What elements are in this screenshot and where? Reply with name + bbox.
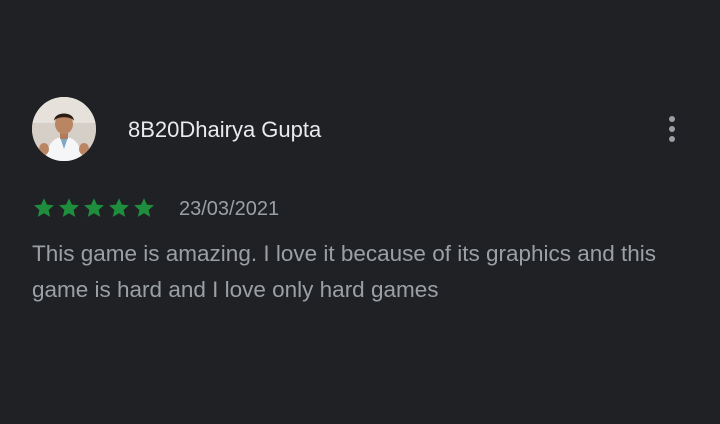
avatar-photo-icon xyxy=(32,97,96,161)
star-icon xyxy=(82,196,106,220)
star-rating xyxy=(32,196,156,220)
star-icon xyxy=(32,196,56,220)
more-options-button[interactable] xyxy=(658,111,686,147)
star-icon xyxy=(132,196,156,220)
review-text: This game is amazing. I love it because … xyxy=(32,241,657,302)
star-icon xyxy=(57,196,81,220)
review-date: 23/03/2021 xyxy=(179,198,280,220)
review-card: 8B20Dhairya Gupta 23/03/2021 This game i… xyxy=(0,0,720,424)
more-vert-icon-dot xyxy=(669,116,675,122)
star-icon xyxy=(107,196,131,220)
more-vert-icon-dot xyxy=(669,136,675,142)
author-name: 8B20Dhairya Gupta xyxy=(128,117,322,142)
more-vert-icon-dot xyxy=(669,126,675,132)
user-avatar[interactable] xyxy=(32,97,96,161)
